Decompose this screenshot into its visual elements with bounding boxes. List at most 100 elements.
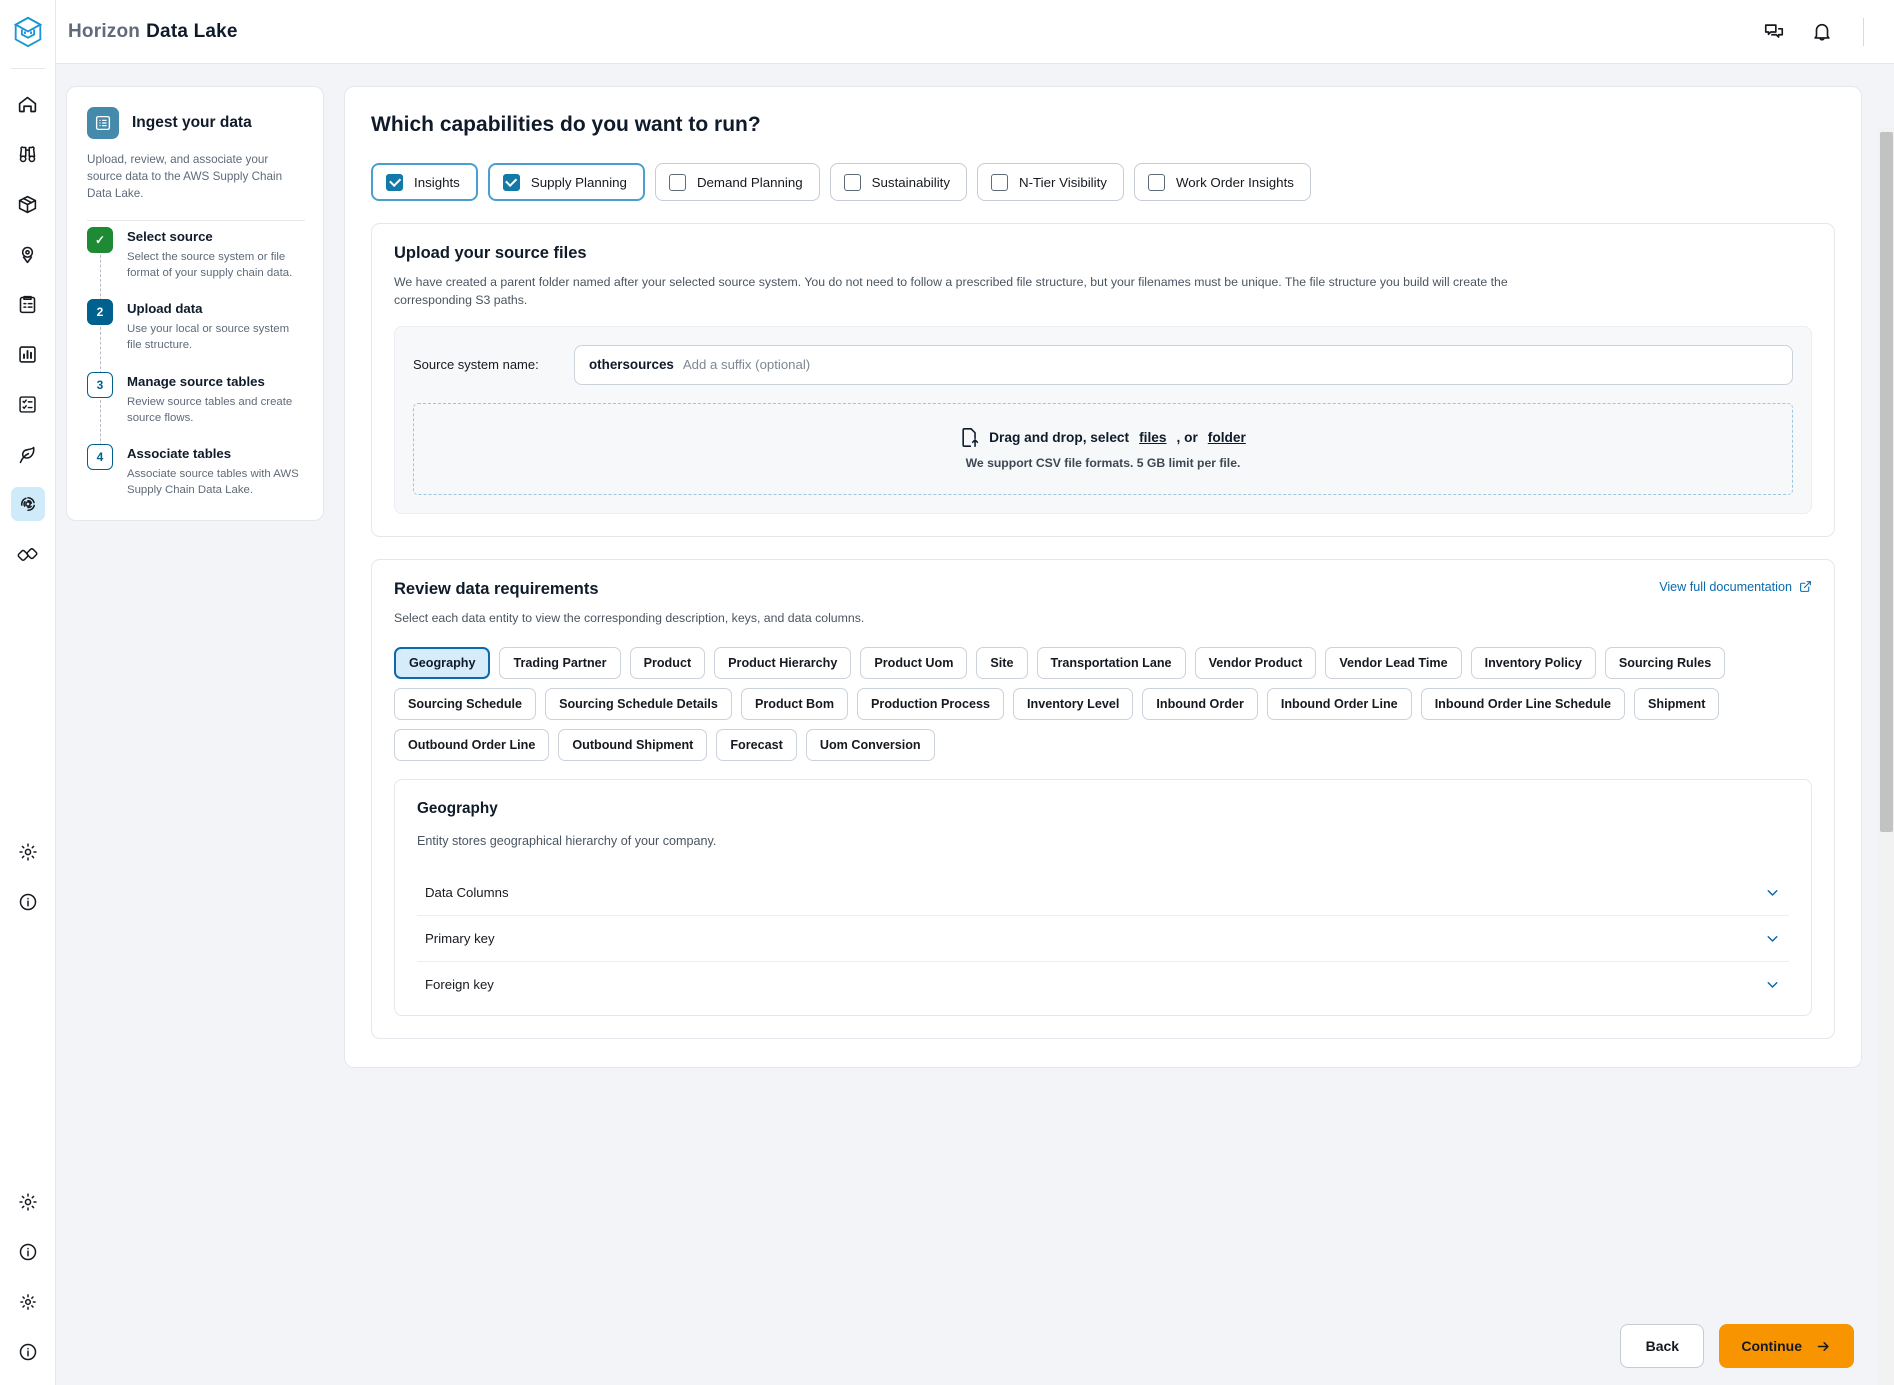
- capability-insights[interactable]: Insights: [371, 163, 478, 201]
- source-system-placeholder: Add a suffix (optional): [683, 357, 810, 372]
- entity-chip-vendor-lead-time[interactable]: Vendor Lead Time: [1325, 647, 1461, 679]
- back-button[interactable]: Back: [1620, 1324, 1704, 1368]
- continue-button[interactable]: Continue: [1719, 1324, 1854, 1368]
- chip-label: Transportation Lane: [1051, 656, 1172, 670]
- breadcrumb: HorizonData Lake: [68, 21, 238, 43]
- clipboard-icon[interactable]: [11, 287, 45, 321]
- entity-chip-inbound-order-line[interactable]: Inbound Order Line: [1267, 688, 1412, 720]
- sidebar-item-data-lake[interactable]: [11, 487, 45, 521]
- home-icon[interactable]: [11, 87, 45, 121]
- scrollbar-thumb[interactable]: [1880, 132, 1893, 832]
- entity-chip-inventory-policy[interactable]: Inventory Policy: [1471, 647, 1596, 679]
- checkbox-icon[interactable]: [386, 174, 403, 191]
- checkbox-icon[interactable]: [503, 174, 520, 191]
- rail-divider: [11, 68, 45, 69]
- feedback-icon[interactable]: [1757, 15, 1791, 49]
- entity-chip-uom-conversion[interactable]: Uom Conversion: [806, 729, 935, 761]
- cube-logo-icon[interactable]: [0, 0, 56, 64]
- page-title: Data Lake: [146, 21, 238, 42]
- entity-chip-inventory-level[interactable]: Inventory Level: [1013, 688, 1133, 720]
- bar-chart-icon[interactable]: [11, 337, 45, 371]
- select-files-link[interactable]: files: [1139, 430, 1166, 445]
- accordion-label: Foreign key: [425, 977, 494, 992]
- page-body: Ingest your data Upload, review, and ass…: [56, 64, 1894, 1385]
- entity-chip-sourcing-schedule-details[interactable]: Sourcing Schedule Details: [545, 688, 732, 720]
- entity-chip-inbound-order-line-schedule[interactable]: Inbound Order Line Schedule: [1421, 688, 1625, 720]
- entity-chip-sourcing-rules[interactable]: Sourcing Rules: [1605, 647, 1725, 679]
- entity-chip-product-hierarchy[interactable]: Product Hierarchy: [714, 647, 851, 679]
- vertical-scrollbar[interactable]: [1879, 128, 1894, 1385]
- source-system-name-input[interactable]: othersources Add a suffix (optional): [574, 345, 1793, 385]
- top-bar: HorizonData Lake: [56, 0, 1894, 64]
- entity-chip-forecast[interactable]: Forecast: [716, 729, 797, 761]
- entity-chip-production-process[interactable]: Production Process: [857, 688, 1004, 720]
- entity-chip-outbound-shipment[interactable]: Outbound Shipment: [558, 729, 707, 761]
- step-number-badge: ✓: [87, 227, 113, 253]
- step-label: Associate tables: [127, 446, 305, 461]
- checkbox-icon[interactable]: [1148, 174, 1165, 191]
- capability-work-order-insights[interactable]: Work Order Insights: [1134, 163, 1311, 201]
- step-number-badge: 2: [87, 299, 113, 325]
- chip-label: Inventory Policy: [1485, 656, 1582, 670]
- entity-chip-outbound-order-line[interactable]: Outbound Order Line: [394, 729, 549, 761]
- info-circle-icon-bottom-1[interactable]: [11, 1235, 45, 1269]
- step-item-4[interactable]: 4 Associate tables Associate source tabl…: [87, 444, 305, 498]
- chevron-down-icon[interactable]: [1764, 884, 1781, 901]
- checkbox-icon[interactable]: [991, 174, 1008, 191]
- accordion-label: Data Columns: [425, 885, 509, 900]
- entity-chip-geography[interactable]: Geography: [394, 647, 490, 679]
- settings-gear-icon-bottom[interactable]: [11, 1185, 45, 1219]
- chip-label: Forecast: [730, 738, 783, 752]
- select-folder-link[interactable]: folder: [1208, 430, 1246, 445]
- step-number-badge: 3: [87, 372, 113, 398]
- accordion-primary-key[interactable]: Primary key: [417, 916, 1789, 962]
- ingest-list-icon: [87, 107, 119, 139]
- step-connector: [100, 255, 101, 301]
- chip-label: Trading Partner: [513, 656, 606, 670]
- chip-label: Sourcing Rules: [1619, 656, 1711, 670]
- step-item-2[interactable]: 2 Upload data Use your local or source s…: [87, 299, 305, 371]
- notifications-icon[interactable]: [1805, 15, 1839, 49]
- file-dropzone[interactable]: Drag and drop, select files , or folder …: [413, 403, 1793, 495]
- entity-chip-transportation-lane[interactable]: Transportation Lane: [1037, 647, 1186, 679]
- chip-label: Outbound Order Line: [408, 738, 535, 752]
- accordion-label: Primary key: [425, 931, 495, 946]
- location-pin-icon[interactable]: [11, 237, 45, 271]
- accordion-foreign-key[interactable]: Foreign key: [417, 962, 1789, 1007]
- entity-chip-sourcing-schedule[interactable]: Sourcing Schedule: [394, 688, 536, 720]
- info-circle-icon-mid[interactable]: [11, 885, 45, 919]
- capability-supply-planning[interactable]: Supply Planning: [488, 163, 645, 201]
- chevron-down-icon[interactable]: [1764, 930, 1781, 947]
- accordion-data-columns[interactable]: Data Columns: [417, 870, 1789, 916]
- chevron-down-icon[interactable]: [1764, 976, 1781, 993]
- entity-chip-inbound-order[interactable]: Inbound Order: [1142, 688, 1257, 720]
- checkbox-icon[interactable]: [844, 174, 861, 191]
- admin-gear-icon[interactable]: [11, 1285, 45, 1319]
- entity-chip-product[interactable]: Product: [630, 647, 706, 679]
- binoculars-icon[interactable]: [11, 137, 45, 171]
- entity-chip-product-uom[interactable]: Product Uom: [860, 647, 967, 679]
- entity-chip-shipment[interactable]: Shipment: [1634, 688, 1719, 720]
- step-label: Upload data: [127, 301, 305, 316]
- capability-sustainability[interactable]: Sustainability: [830, 163, 967, 201]
- leaf-icon[interactable]: [11, 437, 45, 471]
- step-item-3[interactable]: 3 Manage source tables Review source tab…: [87, 372, 305, 444]
- network-nodes-icon[interactable]: [11, 537, 45, 571]
- checklist-icon[interactable]: [11, 387, 45, 421]
- settings-gear-icon-mid[interactable]: [11, 835, 45, 869]
- view-full-documentation-link[interactable]: View full documentation: [1659, 580, 1812, 594]
- entity-chip-product-bom[interactable]: Product Bom: [741, 688, 848, 720]
- entity-chip-site[interactable]: Site: [976, 647, 1027, 679]
- step-item-1[interactable]: ✓ Select source Select the source system…: [87, 227, 305, 299]
- step-sublabel: Use your local or source system file str…: [127, 321, 305, 353]
- capability-demand-planning[interactable]: Demand Planning: [655, 163, 820, 201]
- entity-detail-panel: Geography Entity stores geographical hie…: [394, 779, 1812, 1016]
- capability-n-tier-visibility[interactable]: N-Tier Visibility: [977, 163, 1124, 201]
- entity-chip-trading-partner[interactable]: Trading Partner: [499, 647, 620, 679]
- upload-heading: Upload your source files: [394, 244, 1812, 263]
- entity-chip-vendor-product[interactable]: Vendor Product: [1195, 647, 1317, 679]
- arrow-right-icon: [1815, 1339, 1832, 1354]
- checkbox-icon[interactable]: [669, 174, 686, 191]
- info-circle-icon-bottom-2[interactable]: [11, 1335, 45, 1369]
- package-icon[interactable]: [11, 187, 45, 221]
